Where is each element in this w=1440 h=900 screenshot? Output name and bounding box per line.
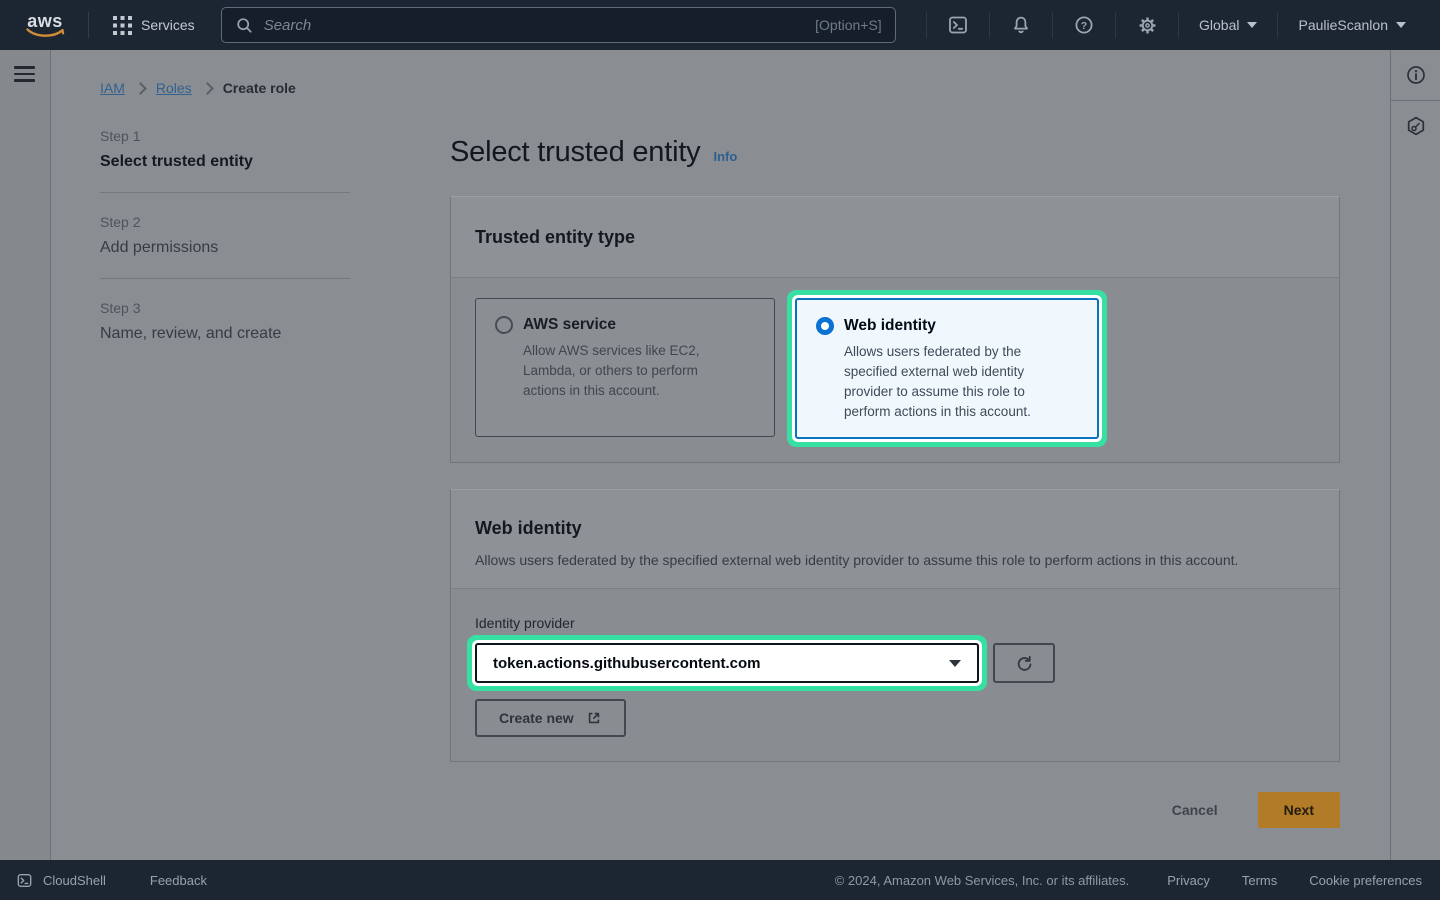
radio-selected-icon[interactable]	[816, 317, 834, 335]
chevron-down-icon	[1396, 22, 1406, 28]
aws-logo[interactable]: aws	[24, 12, 66, 38]
search-input[interactable]: Search [Option+S]	[221, 7, 896, 43]
trusted-entity-type-card: Trusted entity type AWS service Allow AW…	[450, 196, 1340, 463]
nav-right-group: ?	[926, 0, 1426, 50]
page-title: Select trusted entity	[450, 134, 701, 170]
footer-right-group: © 2024, Amazon Web Services, Inc. or its…	[835, 873, 1422, 888]
top-navigation: aws Services Search [Option+	[0, 0, 1440, 50]
chevron-down-icon	[1247, 22, 1257, 28]
option-web-identity[interactable]: Web identity Allows users federated by t…	[795, 298, 1099, 439]
select-caret-icon	[949, 660, 961, 667]
footer-copyright: © 2024, Amazon Web Services, Inc. or its…	[835, 873, 1130, 888]
identity-provider-label: Identity provider	[475, 615, 1315, 631]
breadcrumb-iam-link[interactable]: IAM	[100, 80, 125, 96]
info-panel-toggle[interactable]	[1391, 50, 1440, 100]
terminal-icon	[947, 14, 969, 36]
refresh-button[interactable]	[993, 643, 1055, 683]
web-identity-card-description: Allows users federated by the specified …	[475, 550, 1265, 570]
search-placeholder: Search	[264, 17, 312, 34]
cloudshell-footer-icon	[16, 872, 33, 889]
web-identity-card-header: Web identity Allows users federated by t…	[451, 490, 1339, 589]
web-identity-card-title: Web identity	[475, 516, 1315, 540]
services-menu-button[interactable]: Services	[109, 0, 199, 50]
create-new-button[interactable]: Create new	[475, 699, 626, 737]
page-title-row: Select trusted entity Info	[450, 134, 1340, 170]
services-grid-icon	[113, 16, 132, 35]
identity-provider-row: token.actions.githubusercontent.com	[475, 643, 1315, 683]
main-content: IAM Roles Create role Step 1 Select trus…	[51, 50, 1390, 860]
aws-console-screen: aws Services Search [Option+	[0, 0, 1440, 900]
services-label: Services	[141, 17, 195, 33]
settings-button[interactable]	[1116, 0, 1178, 50]
step-1-label: Select trusted entity	[100, 153, 350, 171]
bell-icon	[1010, 14, 1032, 36]
step-2-label: Add permissions	[100, 239, 350, 257]
aws-service-description: Allow AWS services like EC2, Lambda, or …	[523, 341, 723, 401]
trusted-entity-card-header: Trusted entity type	[451, 197, 1339, 278]
console-footer: CloudShell Feedback © 2024, Amazon Web S…	[0, 860, 1440, 900]
entity-type-options: AWS service Allow AWS services like EC2,…	[451, 278, 1339, 462]
region-selector[interactable]: Global	[1179, 0, 1277, 50]
side-menu-toggle[interactable]	[14, 66, 35, 86]
footer-privacy-link[interactable]: Privacy	[1167, 873, 1210, 888]
help-button[interactable]: ?	[1053, 0, 1115, 50]
footer-cloudshell-link[interactable]: CloudShell	[43, 873, 106, 888]
web-identity-card-body: Identity provider token.actions.githubus…	[451, 589, 1339, 761]
steps-divider	[100, 278, 350, 279]
username-label: PaulieScanlon	[1298, 17, 1388, 33]
cancel-button[interactable]: Cancel	[1166, 801, 1224, 819]
wizard-actions: Cancel Next	[450, 792, 1340, 828]
footer-feedback-link[interactable]: Feedback	[150, 873, 207, 888]
svg-text:?: ?	[1081, 20, 1087, 32]
web-identity-card: Web identity Allows users federated by t…	[450, 489, 1340, 762]
footer-cookie-preferences-link[interactable]: Cookie preferences	[1309, 873, 1422, 888]
hexagon-resource-icon	[1405, 115, 1427, 137]
wizard-steps-nav: Step 1 Select trusted entity Step 2 Add …	[100, 128, 350, 343]
step-3-kicker: Step 3	[100, 300, 350, 316]
left-sidebar-collapsed	[0, 50, 51, 860]
option-aws-service[interactable]: AWS service Allow AWS services like EC2,…	[475, 298, 775, 437]
help-icon: ?	[1073, 14, 1095, 36]
search-icon	[235, 16, 254, 35]
steps-divider	[100, 192, 350, 193]
breadcrumb-chevron-icon	[134, 82, 147, 95]
step-1-item: Step 1 Select trusted entity	[100, 128, 350, 171]
aws-logo-text: aws	[24, 12, 66, 30]
breadcrumb: IAM Roles Create role	[100, 80, 296, 96]
gear-icon	[1137, 15, 1158, 36]
step-3-item: Step 3 Name, review, and create	[100, 300, 350, 343]
step-3-label: Name, review, and create	[100, 325, 350, 343]
aws-service-title: AWS service	[523, 316, 616, 334]
footer-terms-link[interactable]: Terms	[1242, 873, 1277, 888]
breadcrumb-chevron-icon	[201, 82, 214, 95]
identity-provider-select[interactable]: token.actions.githubusercontent.com	[475, 643, 979, 683]
external-link-icon	[586, 710, 602, 726]
resources-panel-toggle[interactable]	[1391, 101, 1440, 151]
cloudshell-button[interactable]	[927, 0, 989, 50]
create-new-label: Create new	[499, 710, 574, 726]
notifications-button[interactable]	[990, 0, 1052, 50]
nav-divider	[88, 12, 89, 38]
refresh-icon	[1014, 653, 1034, 673]
account-menu[interactable]: PaulieScanlon	[1278, 0, 1426, 50]
identity-provider-value: token.actions.githubusercontent.com	[493, 655, 761, 672]
step-2-item: Step 2 Add permissions	[100, 214, 350, 257]
trusted-entity-card-title: Trusted entity type	[475, 225, 1315, 249]
info-circle-icon	[1405, 64, 1427, 86]
region-label: Global	[1199, 17, 1239, 33]
radio-unselected-icon[interactable]	[495, 316, 513, 334]
step-1-kicker: Step 1	[100, 128, 350, 144]
wizard-main-column: Select trusted entity Info Trusted entit…	[450, 120, 1340, 828]
right-help-rail	[1390, 50, 1440, 860]
search-shortcut-hint: [Option+S]	[815, 17, 882, 33]
breadcrumb-current-page: Create role	[223, 80, 296, 96]
info-link[interactable]: Info	[714, 149, 738, 164]
web-identity-description: Allows users federated by the specified …	[844, 342, 1056, 422]
web-identity-title: Web identity	[844, 317, 936, 335]
next-button[interactable]: Next	[1258, 792, 1340, 828]
breadcrumb-roles-link[interactable]: Roles	[156, 80, 192, 96]
step-2-kicker: Step 2	[100, 214, 350, 230]
footer-left-group: CloudShell Feedback	[16, 872, 207, 889]
